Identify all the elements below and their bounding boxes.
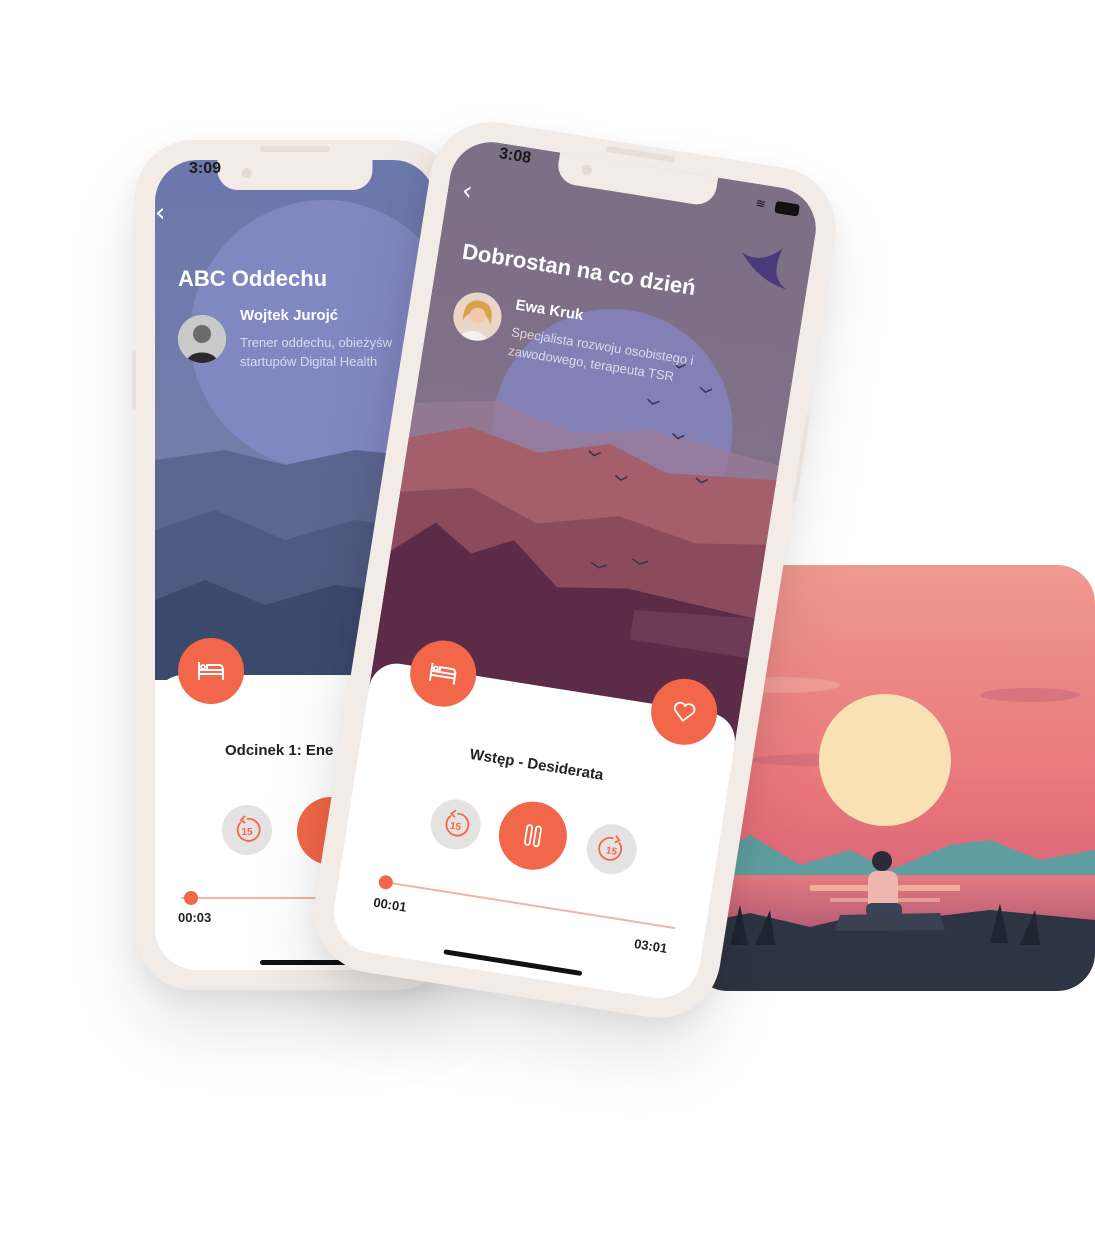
rewind-15-icon: 15 <box>445 809 470 837</box>
rewind-15-button[interactable]: 15 <box>222 805 272 855</box>
chevron-left-icon[interactable]: ‹ <box>155 198 165 228</box>
author-name: Wojtek Jurojć <box>240 307 339 324</box>
rewind-15-label: 15 <box>241 827 253 838</box>
author-description-line-2: startupów Digital Health <box>240 354 378 369</box>
elapsed-time: 00:03 <box>178 910 212 925</box>
front-camera <box>241 168 252 178</box>
forward-15-label: 15 <box>605 845 618 858</box>
notch <box>217 160 373 190</box>
wifi-icon: ≋ <box>754 195 767 212</box>
sleep-mode-button[interactable] <box>178 638 244 704</box>
rewind-15-icon: 15 <box>236 815 261 842</box>
progress-thumb[interactable] <box>184 891 198 905</box>
avatar <box>178 315 226 363</box>
power-button <box>792 414 811 504</box>
heart-icon <box>673 701 696 722</box>
podcast-title: ABC Oddechu <box>178 266 328 291</box>
rewind-15-label: 15 <box>449 821 462 834</box>
pause-icon <box>523 824 542 848</box>
bed-icon <box>428 662 457 685</box>
forward-15-icon: 15 <box>598 835 622 861</box>
status-time: 3:09 <box>189 160 222 177</box>
author-description-line-1: Trener oddechu, obieżyśw <box>240 335 392 350</box>
author-photo <box>178 315 226 363</box>
volume-button <box>132 350 136 410</box>
bed-icon <box>198 662 224 680</box>
marketing-scene: 3:09 ‹ ABC Oddechu Wojtek Jurojć Trener … <box>0 0 1095 1237</box>
speaker-grille <box>605 145 676 163</box>
speaker-grille <box>260 146 330 152</box>
front-camera <box>581 164 593 176</box>
episode-title: Odcinek 1: Ene <box>225 742 334 759</box>
